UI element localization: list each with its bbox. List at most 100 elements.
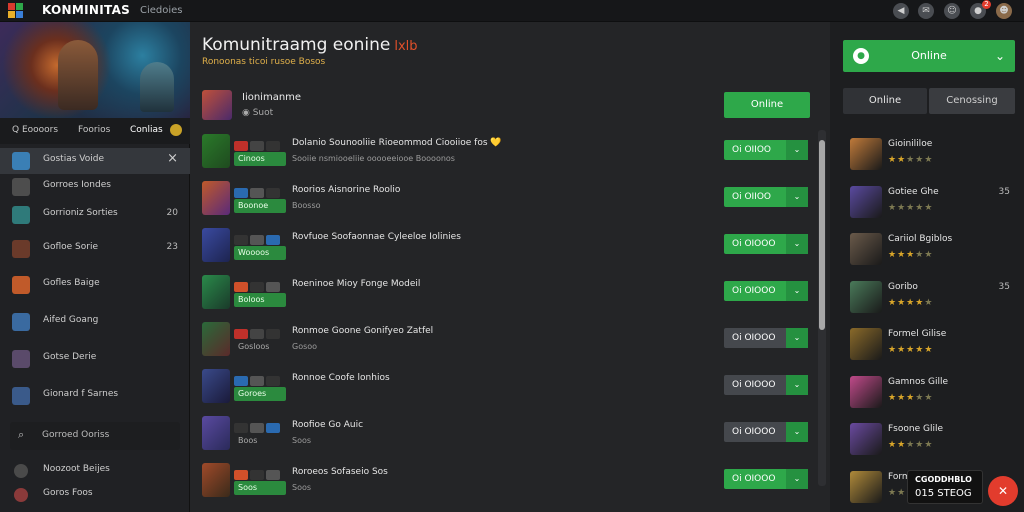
friend-name: Cariiol Bgiblos [888, 234, 953, 244]
chat-icon[interactable]: ✉ [918, 3, 934, 19]
sidebar-search-box[interactable]: ⌕ Gorroed Ooriss [10, 422, 180, 450]
smile-icon[interactable]: ☺ [944, 3, 960, 19]
featured-item[interactable]: Iionimanme ◉ Suot Online [202, 88, 818, 124]
avatar [202, 90, 232, 120]
scrollbar[interactable] [818, 130, 826, 486]
list-item[interactable]: Cariiol Bgiblos ★★★★★ [850, 231, 1010, 271]
sidebar-item-label: Gorroes Iondes [43, 180, 111, 190]
friend-name: Gioinililoe [888, 139, 933, 149]
list-item[interactable]: Gioinililoe ★★★★★ [850, 136, 1010, 176]
sidebar-item[interactable]: Gorrioniz Sorties 20 [0, 202, 190, 228]
row-badges [234, 418, 284, 433]
sidebar-search-label: Gorroed Ooriss [42, 430, 110, 440]
list-item[interactable]: Fsoone Glile ★★★★★ [850, 421, 1010, 461]
profile-icon[interactable]: ☻ [996, 3, 1012, 19]
join-button[interactable]: Oi OIOOO ⌄ [724, 281, 808, 301]
sidebar-item[interactable]: Gionard f Sarnes [0, 383, 190, 409]
chevron-down-icon[interactable]: ⌄ [786, 375, 808, 395]
rating-stars: ★★★★★ [888, 250, 934, 260]
avatar [202, 369, 230, 403]
chevron-down-icon[interactable]: ⌄ [786, 140, 808, 160]
friend-name: Gotiee Ghe [888, 186, 939, 197]
status-badge: Gosloos [238, 342, 270, 351]
table-row[interactable]: Boloos Roeninoe Mioy Fonge Modeil Oi OIOOO… [202, 273, 812, 313]
sidebar-item[interactable]: Gorroes Iondes [0, 174, 190, 200]
tab-online[interactable]: Online [843, 88, 927, 114]
page-title-accent: lxlb [394, 39, 418, 54]
top-nav-link[interactable]: Ciedoies [140, 5, 183, 16]
sidebar-tab-favorites[interactable]: Foorios [78, 125, 110, 135]
notification-toast[interactable]: CGODDHBLO 015 STEOG [907, 470, 983, 504]
sidebar-item[interactable]: Gotse Derie [0, 346, 190, 372]
status-online-button[interactable]: ● Online ⌄ [843, 40, 1015, 72]
game-icon [12, 206, 30, 224]
sidebar-item[interactable]: Gofloe Sorie 23 [0, 236, 190, 262]
online-button[interactable]: Online [724, 92, 810, 118]
table-row[interactable]: Goroes Ronnoe Coofe lonhios Oi OIOOO ⌄ [202, 367, 812, 407]
join-button[interactable]: Oi OIIOO ⌄ [724, 140, 808, 160]
join-button[interactable]: Oi OIOOO ⌄ [724, 375, 808, 395]
sidebar-tab-search[interactable]: Q Eoooors [12, 125, 58, 135]
game-icon [12, 240, 30, 258]
sidebar-hero-image [0, 22, 190, 118]
close-fab-button[interactable]: ✕ [988, 476, 1018, 506]
join-button[interactable]: Oi OIIOO ⌄ [724, 187, 808, 207]
notification-badge: 2 [982, 0, 991, 9]
page-subtitle: Ronoonas ticoi rusoe Bosos [202, 57, 326, 67]
table-row[interactable]: Soos Roroeos Sofaseio Sos Soos Oi OIOOO ⌄ [202, 461, 812, 501]
chevron-down-icon[interactable]: ⌄ [786, 234, 808, 254]
page-title: Komunitraamg eonine lxlb [202, 35, 418, 55]
game-icon [12, 350, 30, 368]
join-button[interactable]: Oi OIOOO ⌄ [724, 422, 808, 442]
table-row[interactable]: Boonoe Roorios Aisnorine Roolio Boosso Oi O… [202, 179, 812, 219]
close-icon[interactable]: × [167, 151, 178, 166]
sidebar-item[interactable]: Gostias Voide × [0, 148, 190, 174]
row-title: Ronnoe Coofe lonhios [292, 373, 390, 383]
friend-name: Goribo [888, 281, 918, 292]
app-brand: KONMINITAS [42, 3, 131, 17]
avatar [850, 423, 882, 455]
back-icon[interactable]: ◀ [893, 3, 909, 19]
chevron-down-icon[interactable]: ⌄ [786, 422, 808, 442]
join-button[interactable]: Oi OIOOO ⌄ [724, 469, 808, 489]
chevron-down-icon[interactable]: ⌄ [786, 328, 808, 348]
table-row[interactable]: Gosloos Ronmoe Goone Gonifyeo Zatfel Gosoo… [202, 320, 812, 360]
rating-stars: ★★★★★ [888, 202, 934, 213]
list-item[interactable]: Goribo ★★★★★ 35 [850, 279, 1010, 319]
join-button[interactable]: Oi OIOOO ⌄ [724, 234, 808, 254]
sidebar-item[interactable]: Aifed Goang [0, 309, 190, 335]
scroll-thumb[interactable] [819, 140, 825, 330]
avatar [850, 280, 882, 313]
join-button[interactable]: Oi OIOOO ⌄ [724, 328, 808, 348]
sidebar-item-label: Gotse Derie [43, 352, 97, 362]
table-row[interactable]: Cinoos Dolanio Sounooliie Rioeommod Ciooi… [202, 132, 812, 172]
chevron-down-icon[interactable]: ⌄ [786, 469, 808, 489]
hero-character-image [140, 62, 174, 112]
sidebar-tabs: Q Eoooors Foorios Conlias [0, 118, 190, 144]
avatar [202, 416, 230, 450]
sidebar-item-label: Gofles Baige [43, 278, 100, 288]
sidebar-item[interactable]: Gofles Baige [0, 272, 190, 298]
chevron-down-icon[interactable]: ⌄ [786, 187, 808, 207]
game-icon [12, 152, 30, 170]
table-row[interactable]: Woooos Rovfuoe Soofaonnae Cyleeloe Iolini… [202, 226, 812, 266]
rating-stars: ★★★★★ [888, 345, 934, 355]
sidebar-tab-channels[interactable]: Conlias [130, 125, 163, 135]
search-icon: ⌕ [18, 428, 25, 441]
sidebar-item-label: Gostias Voide [43, 154, 104, 164]
main-panel: Komunitraamg eonine lxlb Ronoonas ticoi r… [190, 22, 830, 512]
sidebar-item-label: Aifed Goang [43, 315, 99, 325]
hero-character-image [58, 40, 98, 110]
list-item[interactable]: Formel Gilise ★★★★★ [850, 326, 1010, 366]
sidebar-item[interactable]: Noozoot Beijes [0, 458, 190, 484]
sidebar-item[interactable]: Goros Foos [0, 482, 190, 508]
list-item[interactable]: Gotiee Ghe ★★★★★ 35 [850, 184, 1010, 224]
status-badge: Boloos [234, 293, 286, 307]
status-badge: Cinoos [234, 152, 286, 166]
table-row[interactable]: Boos Roofioe Go Auic Soos Oi OIOOO ⌄ [202, 414, 812, 454]
list-item[interactable]: Gamnos Gille ★★★★★ [850, 374, 1010, 414]
rating-stars: ★★★★★ [888, 297, 934, 308]
chevron-down-icon[interactable]: ⌄ [786, 281, 808, 301]
server-list: Cinoos Dolanio Sounooliie Rioeommod Ciooi… [202, 132, 816, 510]
tab-connecting[interactable]: Cenossing [929, 88, 1015, 114]
